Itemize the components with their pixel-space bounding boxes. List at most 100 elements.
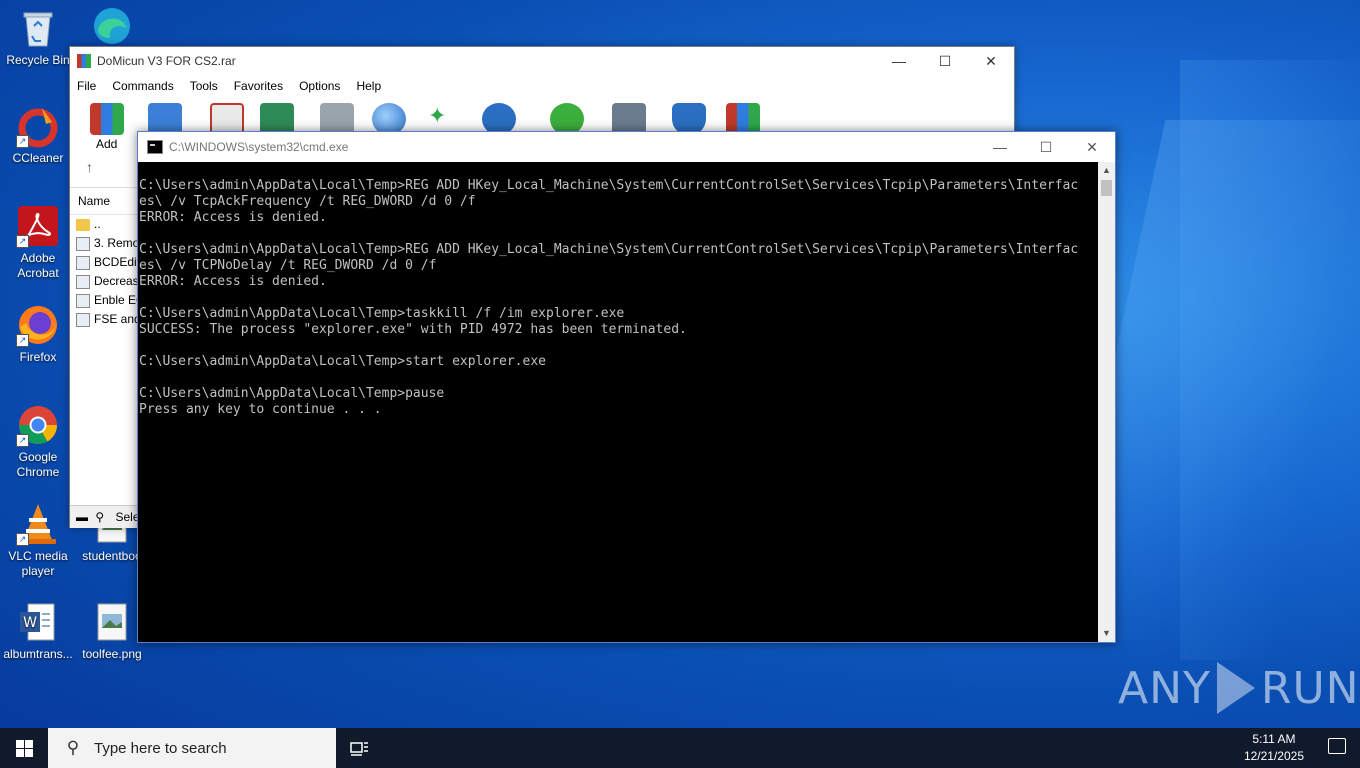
menu-commands[interactable]: Commands (112, 79, 173, 93)
desktop-icon-vlc[interactable]: ↗ VLC media player (0, 502, 76, 579)
notification-center-icon[interactable] (1328, 738, 1346, 754)
anyrun-watermark: ANY RUN (1118, 662, 1360, 714)
add-archive-icon[interactable] (90, 103, 124, 135)
wallpaper-beam (1180, 60, 1360, 660)
system-clock[interactable]: 5:11 AM 12/21/2025 (1244, 731, 1304, 765)
maximize-button[interactable]: ☐ (1023, 133, 1069, 161)
desktop-icon-edge[interactable] (74, 4, 150, 51)
desktop-icon-label: Firefox (19, 350, 57, 364)
desktop-icon-label: Google Chrome (16, 450, 60, 479)
key-icon: ⚲ (95, 510, 105, 524)
column-header-name[interactable]: Name (70, 188, 140, 215)
desktop-icon-label: Adobe Acrobat (17, 251, 59, 280)
shortcut-arrow-icon: ↗ (16, 434, 29, 447)
menu-help[interactable]: Help (356, 79, 381, 93)
clock-time: 5:11 AM (1252, 732, 1296, 746)
cmd-scrollbar[interactable]: ▲ ▼ (1098, 162, 1115, 642)
search-icon: ⚲ (66, 738, 80, 757)
shortcut-arrow-icon: ↗ (16, 235, 29, 248)
shortcut-arrow-icon: ↗ (16, 533, 29, 546)
svg-text:W: W (23, 615, 37, 631)
list-item[interactable]: BCDEdit (70, 253, 140, 272)
list-item[interactable]: 3. Remo (70, 234, 140, 253)
shortcut-arrow-icon: ↗ (16, 135, 29, 148)
recycle-bin-icon (16, 6, 60, 50)
desktop-icon-label: CCleaner (12, 151, 64, 165)
edge-icon (90, 4, 134, 48)
task-view-icon (350, 742, 368, 756)
clock-date: 12/21/2025 (1243, 749, 1304, 763)
file-icon (76, 236, 90, 251)
winrar-nav-bar: ↑ (70, 155, 140, 181)
list-item[interactable]: Enble EC (70, 291, 140, 310)
desktop-icon-label: toolfee.png (82, 647, 142, 661)
list-item[interactable]: .. (70, 215, 140, 234)
start-button[interactable] (0, 728, 48, 768)
desktop-icon-label: Recycle Bin (6, 53, 70, 67)
scroll-up-icon[interactable]: ▲ (1098, 162, 1115, 179)
ccleaner-icon: ↗ (16, 104, 60, 148)
console-line: ERROR: Access is denied. (139, 274, 327, 289)
console-line: SUCCESS: The process "explorer.exe" with… (139, 322, 687, 337)
taskbar: ⚲ Type here to search 5:11 AM 12/21/2025 (0, 728, 1360, 768)
cmd-console-output[interactable]: C:\Users\admin\AppData\Local\Temp>REG AD… (138, 162, 1098, 642)
winrar-titlebar[interactable]: DoMicun V3 FOR CS2.rar — ☐ ✕ (70, 47, 1014, 75)
winrar-file-list: Name .. 3. Remo BCDEdit Decrease Enble E… (70, 187, 140, 504)
menu-file[interactable]: File (77, 79, 96, 93)
task-view-button[interactable] (336, 728, 384, 768)
console-line: C:\Users\admin\AppData\Local\Temp>taskki… (139, 306, 625, 321)
file-icon (76, 312, 90, 327)
shortcut-arrow-icon: ↗ (16, 334, 29, 347)
taskbar-search-box[interactable]: ⚲ Type here to search (48, 728, 336, 768)
file-icon (76, 293, 90, 308)
list-item[interactable]: FSE and (70, 310, 140, 329)
menu-tools[interactable]: Tools (190, 79, 218, 93)
cmd-titlebar[interactable]: C:\WINDOWS\system32\cmd.exe — ☐ ✕ (138, 132, 1115, 162)
winrar-app-icon (77, 54, 91, 68)
desktop-icon-albumtrans[interactable]: W albumtrans... (0, 600, 76, 662)
add-button-label: Add (96, 137, 118, 151)
cmd-window[interactable]: C:\WINDOWS\system32\cmd.exe — ☐ ✕ C:\Use… (137, 131, 1116, 643)
close-button[interactable]: ✕ (968, 47, 1014, 75)
console-line: C:\Users\admin\AppData\Local\Temp>REG AD… (139, 242, 1079, 257)
minimize-button[interactable]: — (876, 47, 922, 75)
maximize-button[interactable]: ☐ (922, 47, 968, 75)
menu-favorites[interactable]: Favorites (234, 79, 283, 93)
scroll-down-icon[interactable]: ▼ (1098, 625, 1115, 642)
console-line: es\ /v TcpAckFrequency /t REG_DWORD /d 0… (139, 194, 476, 209)
file-icon (76, 255, 90, 270)
adobe-acrobat-icon: ↗ (16, 204, 60, 248)
cmd-app-icon (147, 140, 163, 154)
firefox-icon: ↗ (16, 303, 60, 347)
desktop-icon-recycle-bin[interactable]: Recycle Bin (0, 6, 76, 68)
console-line: ERROR: Access is denied. (139, 210, 327, 225)
play-logo-icon (1216, 662, 1255, 714)
console-line: es\ /v TCPNoDelay /t REG_DWORD /d 0 /f (139, 258, 437, 273)
menu-options[interactable]: Options (299, 79, 340, 93)
minimize-button[interactable]: — (977, 133, 1023, 161)
windows-logo-icon (15, 739, 33, 757)
vlc-icon: ↗ (16, 502, 60, 546)
desktop-icon-adobe-acrobat[interactable]: ↗ Adobe Acrobat (0, 204, 76, 281)
list-item[interactable]: Decrease (70, 272, 140, 291)
desktop-icon-ccleaner[interactable]: ↗ CCleaner (0, 104, 76, 166)
cmd-title: C:\WINDOWS\system32\cmd.exe (169, 140, 349, 154)
desktop-icon-label: studentboo (82, 549, 142, 563)
console-line: C:\Users\admin\AppData\Local\Temp>pause (139, 386, 445, 401)
desktop-icon-firefox[interactable]: ↗ Firefox (0, 303, 76, 365)
desktop-icon-google-chrome[interactable]: ↗ Google Chrome (0, 403, 76, 480)
close-button[interactable]: ✕ (1069, 133, 1115, 161)
desktop-icon-label: VLC media player (8, 549, 68, 578)
search-placeholder: Type here to search (94, 739, 227, 757)
console-line: C:\Users\admin\AppData\Local\Temp>REG AD… (139, 178, 1079, 193)
scroll-thumb[interactable] (1101, 180, 1112, 196)
folder-icon (76, 218, 90, 231)
winrar-menubar: File Commands Tools Favorites Options He… (70, 75, 1014, 97)
desktop-icon-label: albumtrans... (3, 647, 73, 661)
image-file-icon (90, 600, 134, 644)
up-arrow-icon[interactable]: ↑ (86, 159, 93, 175)
console-line: Press any key to continue . . . (139, 402, 382, 417)
